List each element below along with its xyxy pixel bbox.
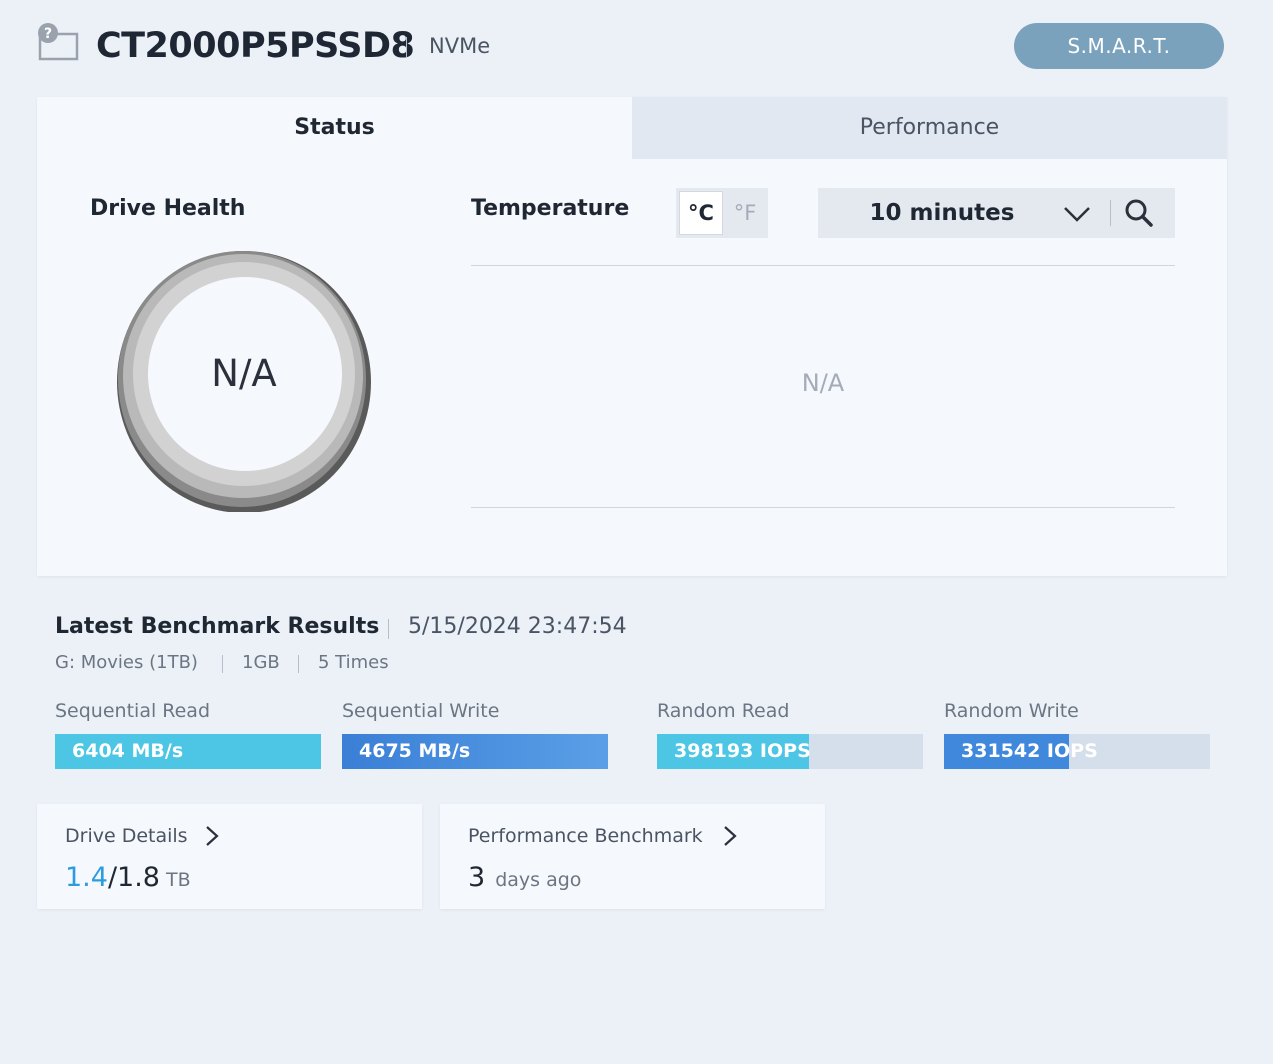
benchmark-size: 1GB xyxy=(242,652,280,673)
total-capacity: /1.8 xyxy=(107,862,160,893)
drive-health-value: N/A xyxy=(211,352,277,395)
sequential-read-bar: 6404 MB/s xyxy=(55,734,321,769)
unknown-drive-icon: ? xyxy=(38,23,79,61)
benchmark-timestamp: 5/15/2024 23:47:54 xyxy=(408,614,627,639)
drive-details-title: Drive Details xyxy=(65,825,188,847)
chevron-right-icon xyxy=(724,826,737,846)
random-write-result: Random Write 331542 IOPS xyxy=(944,700,1210,769)
temperature-chart-value: N/A xyxy=(801,369,845,397)
sequential-write-bar: 4675 MB/s xyxy=(342,734,608,769)
random-read-label: Random Read xyxy=(657,700,790,722)
tab-status[interactable]: Status xyxy=(37,97,632,159)
chart-top-line xyxy=(471,265,1175,266)
chevron-down-icon[interactable] xyxy=(1062,201,1092,225)
benchmark-repeat: 5 Times xyxy=(318,652,389,673)
smart-button[interactable]: S.M.A.R.T. xyxy=(1014,23,1224,69)
random-read-result: Random Read 398193 IOPS xyxy=(657,700,923,769)
sequential-write-value: 4675 MB/s xyxy=(359,740,471,762)
sequential-write-result: Sequential Write 4675 MB/s xyxy=(342,700,608,769)
status-card: Status Performance Drive Health N/A Temp… xyxy=(37,97,1227,576)
drive-capacity: 1.4/1.8 TB xyxy=(65,862,191,893)
random-write-label: Random Write xyxy=(944,700,1079,722)
drive-name: CT2000P5PSSD8 xyxy=(96,26,415,66)
chevron-right-icon xyxy=(206,826,219,846)
search-icon[interactable] xyxy=(1124,198,1154,228)
temperature-unit-toggle: °C °F xyxy=(676,188,768,238)
benchmark-age: 3 days ago xyxy=(468,862,581,893)
benchmark-divider xyxy=(388,619,389,639)
drive-interface: NVMe xyxy=(429,34,491,58)
temperature-title: Temperature xyxy=(471,196,630,221)
range-divider xyxy=(1110,200,1111,226)
time-range-select[interactable]: 10 minutes xyxy=(818,188,1175,238)
drive-health-title: Drive Health xyxy=(90,196,246,221)
random-read-value: 398193 IOPS xyxy=(674,740,811,762)
tab-bar: Status Performance xyxy=(37,97,1227,159)
random-write-value: 331542 IOPS xyxy=(961,740,1098,762)
random-read-bar: 398193 IOPS xyxy=(657,734,923,769)
benchmark-drive: G: Movies (1TB) xyxy=(55,652,198,673)
random-write-bar: 331542 IOPS xyxy=(944,734,1210,769)
tab-performance[interactable]: Performance xyxy=(632,97,1227,159)
sequential-write-label: Sequential Write xyxy=(342,700,500,722)
benchmark-age-value: 3 xyxy=(468,862,486,893)
celsius-button[interactable]: °C xyxy=(679,191,723,235)
sequential-read-label: Sequential Read xyxy=(55,700,211,722)
header-divider xyxy=(406,37,407,57)
performance-benchmark-card[interactable]: Performance Benchmark 3 days ago xyxy=(440,804,825,909)
drive-header: ? CT2000P5PSSD8 NVMe S.M.A.R.T. xyxy=(36,20,1226,76)
time-range-value: 10 minutes xyxy=(869,200,1015,226)
sequential-read-result: Sequential Read 6404 MB/s xyxy=(55,700,321,769)
used-capacity: 1.4 xyxy=(65,862,108,893)
meta-divider-1 xyxy=(222,655,223,673)
meta-divider-2 xyxy=(298,655,299,673)
fahrenheit-button[interactable]: °F xyxy=(726,191,764,235)
sequential-read-value: 6404 MB/s xyxy=(72,740,184,762)
drive-details-card[interactable]: Drive Details 1.4/1.8 TB xyxy=(37,804,422,909)
performance-benchmark-title: Performance Benchmark xyxy=(468,825,703,847)
svg-text:?: ? xyxy=(44,26,52,42)
capacity-unit: TB xyxy=(166,869,191,891)
chart-bottom-line xyxy=(471,507,1175,508)
benchmark-title: Latest Benchmark Results xyxy=(55,614,380,639)
benchmark-age-suffix: days ago xyxy=(495,869,582,891)
